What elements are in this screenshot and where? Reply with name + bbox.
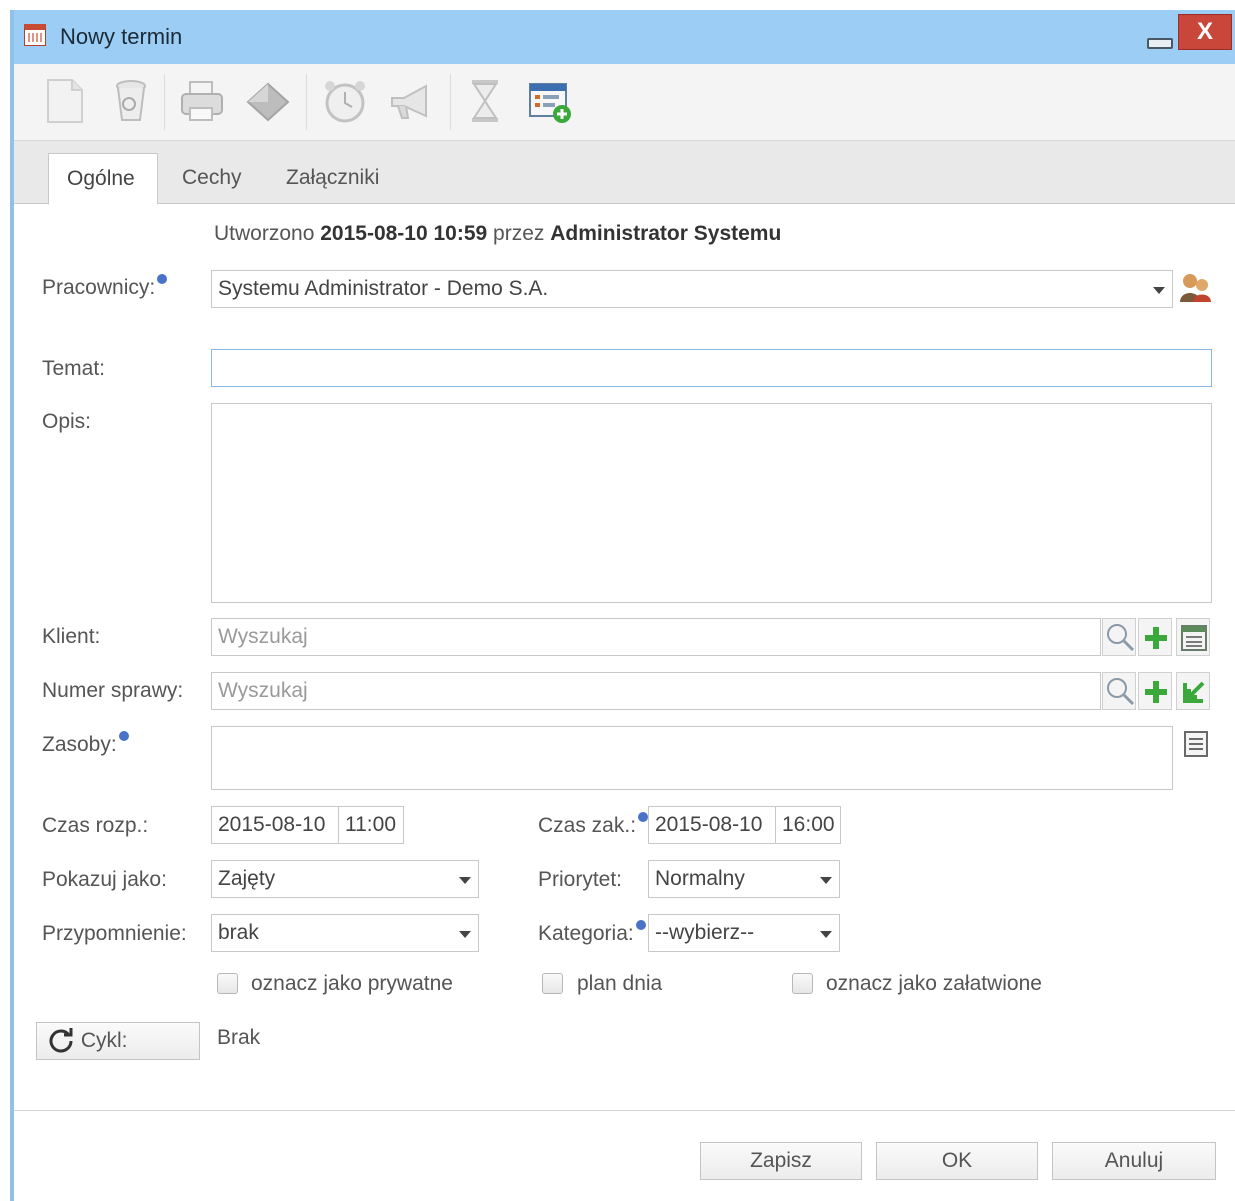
print-icon[interactable]: [178, 76, 224, 126]
created-datetime: 2015-08-10 10:59: [320, 222, 488, 245]
day-plan-checkbox[interactable]: [542, 973, 563, 994]
case-link-button[interactable]: [1176, 672, 1210, 710]
link-arrow-icon: [1183, 681, 1205, 703]
reminder-label: Przypomnienie:: [42, 922, 187, 945]
end-time-input[interactable]: 16:00: [775, 806, 841, 844]
toolbar-separator: [306, 74, 307, 130]
priority-label: Priorytet:: [538, 868, 623, 891]
alarm-clock-icon[interactable]: [320, 76, 366, 126]
list-window-icon: [1181, 625, 1207, 651]
show-as-label: Pokazuj jako:: [42, 868, 167, 891]
private-checkbox-label[interactable]: oznacz jako prywatne: [251, 972, 453, 996]
cycle-button-label: Cykl:: [80, 1029, 128, 1052]
tab-attachments[interactable]: Załączniki: [268, 153, 397, 205]
info-icon: [638, 812, 649, 822]
save-button[interactable]: Zapisz: [700, 1142, 862, 1180]
private-checkbox[interactable]: [217, 973, 238, 994]
start-date-input[interactable]: 2015-08-10: [211, 806, 339, 844]
end-time-label-text: Czas zak.:: [538, 814, 637, 837]
delete-icon[interactable]: [108, 76, 154, 126]
toolbar-separator: [450, 74, 451, 130]
info-icon: [118, 731, 129, 741]
created-author: Administrator Systemu: [550, 222, 782, 245]
client-add-button[interactable]: [1138, 618, 1172, 656]
category-label: Kategoria:: [538, 920, 646, 946]
hourglass-icon[interactable]: [462, 76, 508, 126]
client-details-button[interactable]: [1176, 618, 1210, 656]
category-select[interactable]: --wybierz--: [648, 914, 840, 952]
case-add-button[interactable]: [1138, 672, 1172, 710]
reminder-select[interactable]: brak: [211, 914, 479, 952]
title-bar[interactable]: Nowy termin X: [14, 10, 1235, 64]
chevron-down-icon[interactable]: [1153, 287, 1165, 294]
search-icon: [1107, 678, 1135, 706]
new-document-icon[interactable]: [42, 76, 88, 126]
resources-label: Zasoby:: [42, 731, 129, 757]
resources-list-button[interactable]: [1180, 728, 1214, 762]
created-by-label: przez: [493, 222, 545, 245]
description-textarea[interactable]: [211, 403, 1212, 603]
info-icon: [157, 274, 168, 284]
end-date-input[interactable]: 2015-08-10: [648, 806, 776, 844]
start-time-input[interactable]: 11:00: [338, 806, 404, 844]
case-number-label: Numer sprawy:: [42, 679, 184, 702]
subject-label: Temat:: [42, 357, 106, 380]
chevron-down-icon[interactable]: [459, 931, 471, 938]
footer-divider: [14, 1110, 1235, 1111]
start-time-label: Czas rozp.:: [42, 814, 149, 837]
show-as-select[interactable]: Zajęty: [211, 860, 479, 898]
dialog-window: Nowy termin X Ogólne Cechy Załączniki Ut…: [10, 10, 1235, 1201]
client-search-input[interactable]: Wyszukaj: [211, 618, 1101, 656]
done-checkbox-label[interactable]: oznacz jako załatwione: [826, 972, 1042, 996]
tab-features[interactable]: Cechy: [164, 153, 260, 205]
subject-input[interactable]: [211, 349, 1212, 387]
created-info: Utworzono 2015-08-10 10:59 przez Adminis…: [214, 222, 781, 246]
chevron-down-icon[interactable]: [820, 931, 832, 938]
tab-strip: Ogólne Cechy Załączniki: [14, 141, 1235, 205]
calendar-icon: [24, 24, 46, 46]
toolbar: [14, 64, 1235, 141]
chevron-down-icon[interactable]: [459, 877, 471, 884]
employees-label: Pracownicy:: [42, 274, 168, 300]
client-search-button[interactable]: [1102, 618, 1136, 656]
chevron-down-icon[interactable]: [820, 877, 832, 884]
add-to-list-icon[interactable]: [526, 76, 572, 126]
day-plan-checkbox-label[interactable]: plan dnia: [577, 972, 662, 996]
list-icon: [1184, 731, 1208, 757]
refresh-icon: [49, 1028, 73, 1053]
employees-label-text: Pracownicy:: [42, 276, 156, 299]
toolbar-separator: [164, 74, 165, 130]
plus-icon: [1145, 627, 1167, 649]
user-select-icon[interactable]: [1178, 272, 1214, 304]
minimize-button[interactable]: [1142, 18, 1176, 52]
search-icon: [1107, 624, 1135, 652]
end-time-label: Czas zak.:: [538, 812, 649, 838]
case-search-button[interactable]: [1102, 672, 1136, 710]
priority-select[interactable]: Normalny: [648, 860, 840, 898]
employees-value: Systemu Administrator - Demo S.A.: [218, 277, 549, 300]
ok-button[interactable]: OK: [876, 1142, 1038, 1180]
tab-general[interactable]: Ogólne: [48, 153, 158, 205]
close-button[interactable]: X: [1178, 14, 1232, 50]
case-search-input[interactable]: Wyszukaj: [211, 672, 1101, 710]
done-checkbox[interactable]: [792, 973, 813, 994]
plus-icon: [1145, 681, 1167, 703]
client-label: Klient:: [42, 625, 101, 648]
description-label: Opis:: [42, 410, 92, 433]
resources-field[interactable]: [211, 726, 1173, 790]
category-label-text: Kategoria:: [538, 922, 634, 945]
export-icon[interactable]: [242, 76, 290, 126]
cancel-button[interactable]: Anuluj: [1052, 1142, 1216, 1180]
announce-icon[interactable]: [386, 76, 432, 126]
cycle-value: Brak: [217, 1026, 261, 1049]
resources-label-text: Zasoby:: [42, 733, 117, 756]
employees-select[interactable]: Systemu Administrator - Demo S.A.: [211, 270, 1173, 308]
window-title: Nowy termin: [60, 24, 183, 49]
cycle-button[interactable]: Cykl:: [36, 1022, 200, 1060]
info-icon: [635, 920, 646, 930]
created-prefix: Utworzono: [214, 222, 315, 245]
